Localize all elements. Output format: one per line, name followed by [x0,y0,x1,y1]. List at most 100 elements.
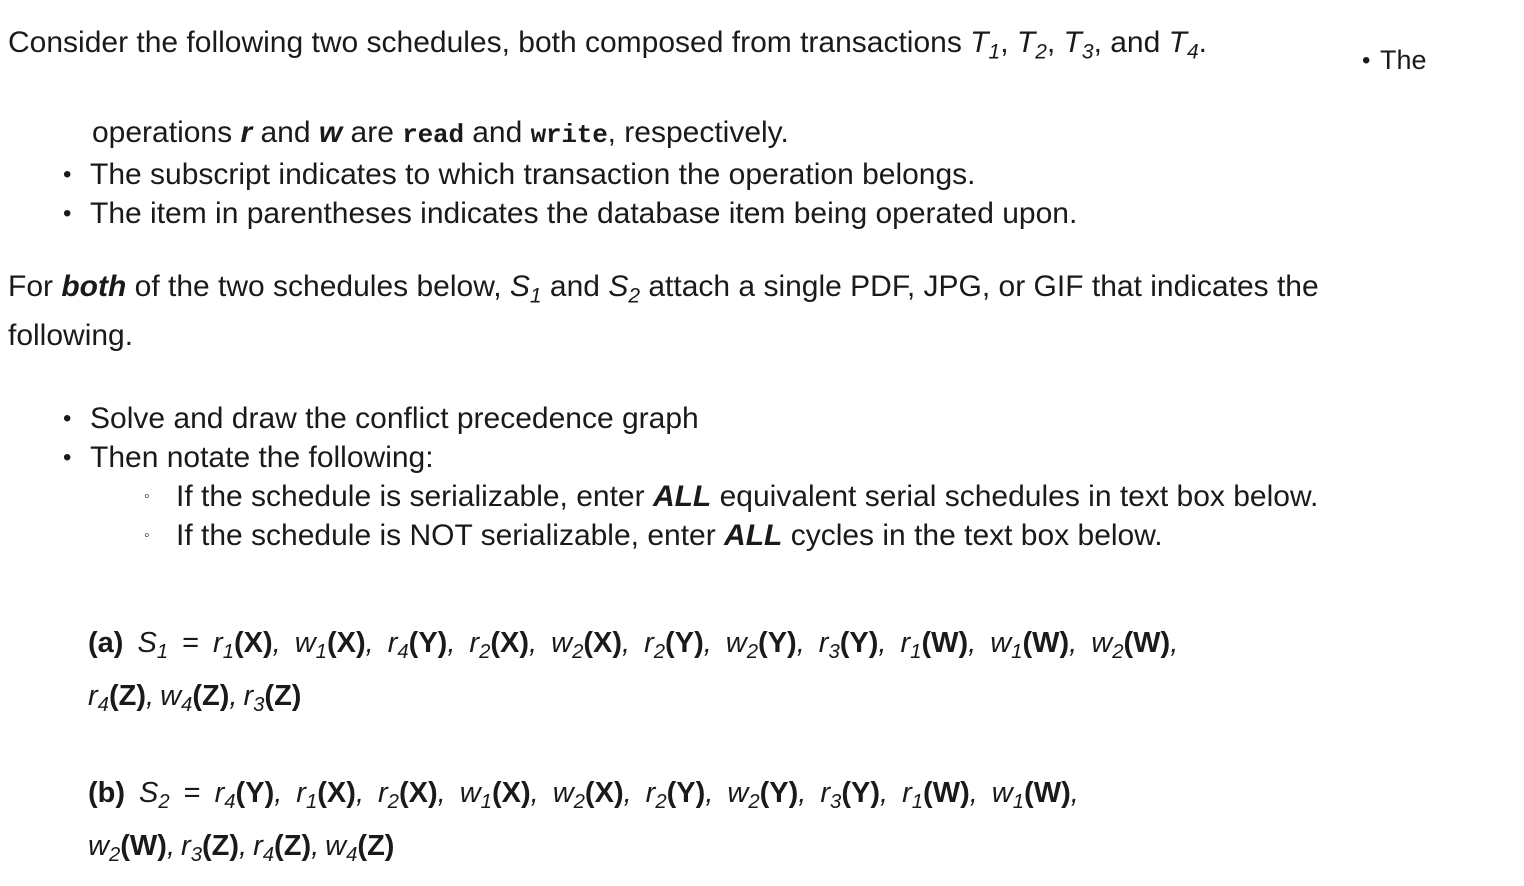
operation-symbol: w4 [325,830,358,867]
operation-transaction-sub: 2 [655,791,667,814]
operation-token: r3(Y) [820,777,880,812]
paren-close: ) [519,627,530,659]
operation-symbol: w1 [990,627,1023,664]
paren-close: ) [960,777,970,809]
operation-symbol: r2 [644,627,666,664]
operation-data-item: Z [211,830,230,862]
ops-are-text: are [342,116,403,149]
schedule-b-operations-line2: w2(W), r3(Z), r4(Z), w4(Z) [88,820,1468,873]
list-item: • Solve and draw the conflict precedence… [57,399,1318,438]
operation-symbol: w2 [551,627,584,664]
bullet-marker-icon: • [63,200,72,227]
operation-symbol: w2 [727,777,760,814]
paren-close: ) [787,627,797,659]
hollow-bullet-marker-icon: ◦ [144,488,150,505]
schedule-a-operations-line2: r4(Z), w4(Z), r3(Z) [88,670,1468,723]
document-page: Consider the following two schedules, bo… [0,0,1524,886]
operation-token: r2(X) [469,627,530,662]
operation-token: r3(Z) [181,830,239,865]
ops-and-text: and [463,116,531,149]
forboth-part3: and [541,270,609,303]
paren-open: ( [326,627,337,659]
operation-data-item: X [593,627,613,659]
intro-paragraph: Consider the following two schedules, bo… [8,18,1207,68]
operation-transaction-sub: 1 [305,791,318,814]
schedule-a-label: (a) [88,627,124,659]
schedule-a-name-sub: 1 [156,641,169,664]
paren-close: ) [1059,627,1070,659]
schedule-b-operations-line1: r4(Y), r1(X), r2(X), w1(X), w2(X), r2(Y), w2(Y… [215,777,1093,814]
list-item: • Then notate the following: ◦ If the sc… [57,438,1318,555]
operation-token: w2(Y) [726,627,797,662]
operation-symbol: r1 [902,777,924,814]
emphasis-both: both [61,270,127,303]
operation-transaction-sub: 2 [1112,641,1124,664]
operation-data-item: X [408,777,428,809]
instructions-paragraph: For both of the two schedules below, S1 … [8,262,1319,312]
schedule-b-label: (b) [88,777,126,809]
operation-transaction-sub: 1 [315,641,327,664]
operation-transaction-sub: 4 [181,694,193,717]
hollow-bullet-marker-icon: ◦ [144,527,150,544]
instructions-paragraph-line2: following. [8,319,134,352]
transaction-sub-4: 4 [1186,40,1199,64]
schedule-s1-sub: 1 [529,284,542,308]
forboth-part4: attach a single PDF, JPG, or GIF that in… [640,270,1319,303]
paren-open: ( [1022,627,1033,659]
paren-close: ) [136,680,147,712]
operation-transaction-sub: 2 [387,791,399,814]
paren-open: ( [758,627,768,659]
operation-data-item: Z [118,680,137,712]
schedule-b-name: S2 [139,777,170,814]
operation-symbol: r3 [243,680,265,717]
operation-symbol: w1 [294,627,327,664]
operation-transaction-sub: 2 [572,641,584,664]
schedule-a-name: S1 [137,627,169,664]
paren-close: ) [427,777,438,809]
operation-separator: , [969,777,978,809]
operation-data-item: W [1133,627,1161,659]
operation-data-item: Y [676,777,696,809]
paren-close: ) [695,777,706,809]
paren-close: ) [264,777,275,809]
operation-token: r3(Z) [243,680,301,717]
list-item: ◦ If the schedule is NOT serializable, e… [142,516,1318,555]
operation-data-item: W [931,627,959,659]
paren-open: ( [192,680,202,712]
schedule-a-operations-line1: r1(X), w1(X), r4(Y), r2(X), w2(X), r2(Y), w2(Y… [213,627,1192,664]
operation-token: w2(W) [1091,627,1170,662]
operation-separator: , [796,627,805,659]
paren-open: ( [408,627,419,659]
operation-separator: , [274,777,283,809]
operation-separator: , [622,627,631,659]
operation-data-item: W [1032,627,1060,659]
operation-data-item: W [1033,777,1062,809]
operation-separator: , [239,830,248,862]
operation-token: w4(Z) [325,830,394,867]
paren-close: ) [346,777,356,809]
paren-open: ( [235,777,246,809]
transaction-label-2: T2 [1016,26,1047,64]
operation-token: r1(X) [296,777,356,812]
schedule-s2-sub: 2 [628,284,641,308]
operation-data-item: Z [201,680,220,712]
sub-item-part1: If the schedule is serializable, enter [176,480,653,513]
operation-transaction-sub: 4 [262,844,275,867]
transaction-sub-1: 1 [988,40,1001,64]
operation-transaction-sub: 2 [748,791,760,814]
operation-transaction-sub: 1 [1011,641,1023,664]
operation-token: w2(X) [553,777,624,812]
list-item-label: Then notate the following: [90,441,434,474]
paren-close: ) [262,627,273,659]
operation-transaction-sub: 3 [253,694,265,717]
list-item: ◦ If the schedule is serializable, enter… [142,477,1318,516]
operation-symbol: r3 [818,627,840,664]
operation-symbol: w2 [88,830,121,867]
list-item: • The subscript indicates to which trans… [57,155,1077,194]
paren-close: ) [301,830,312,862]
paren-open: ( [665,627,675,659]
operation-data-item: X [326,777,347,809]
list-item-label: The item in parentheses indicates the da… [90,197,1078,230]
list-item: • The item in parentheses indicates the … [57,194,1077,233]
paren-close: ) [1061,777,1071,809]
